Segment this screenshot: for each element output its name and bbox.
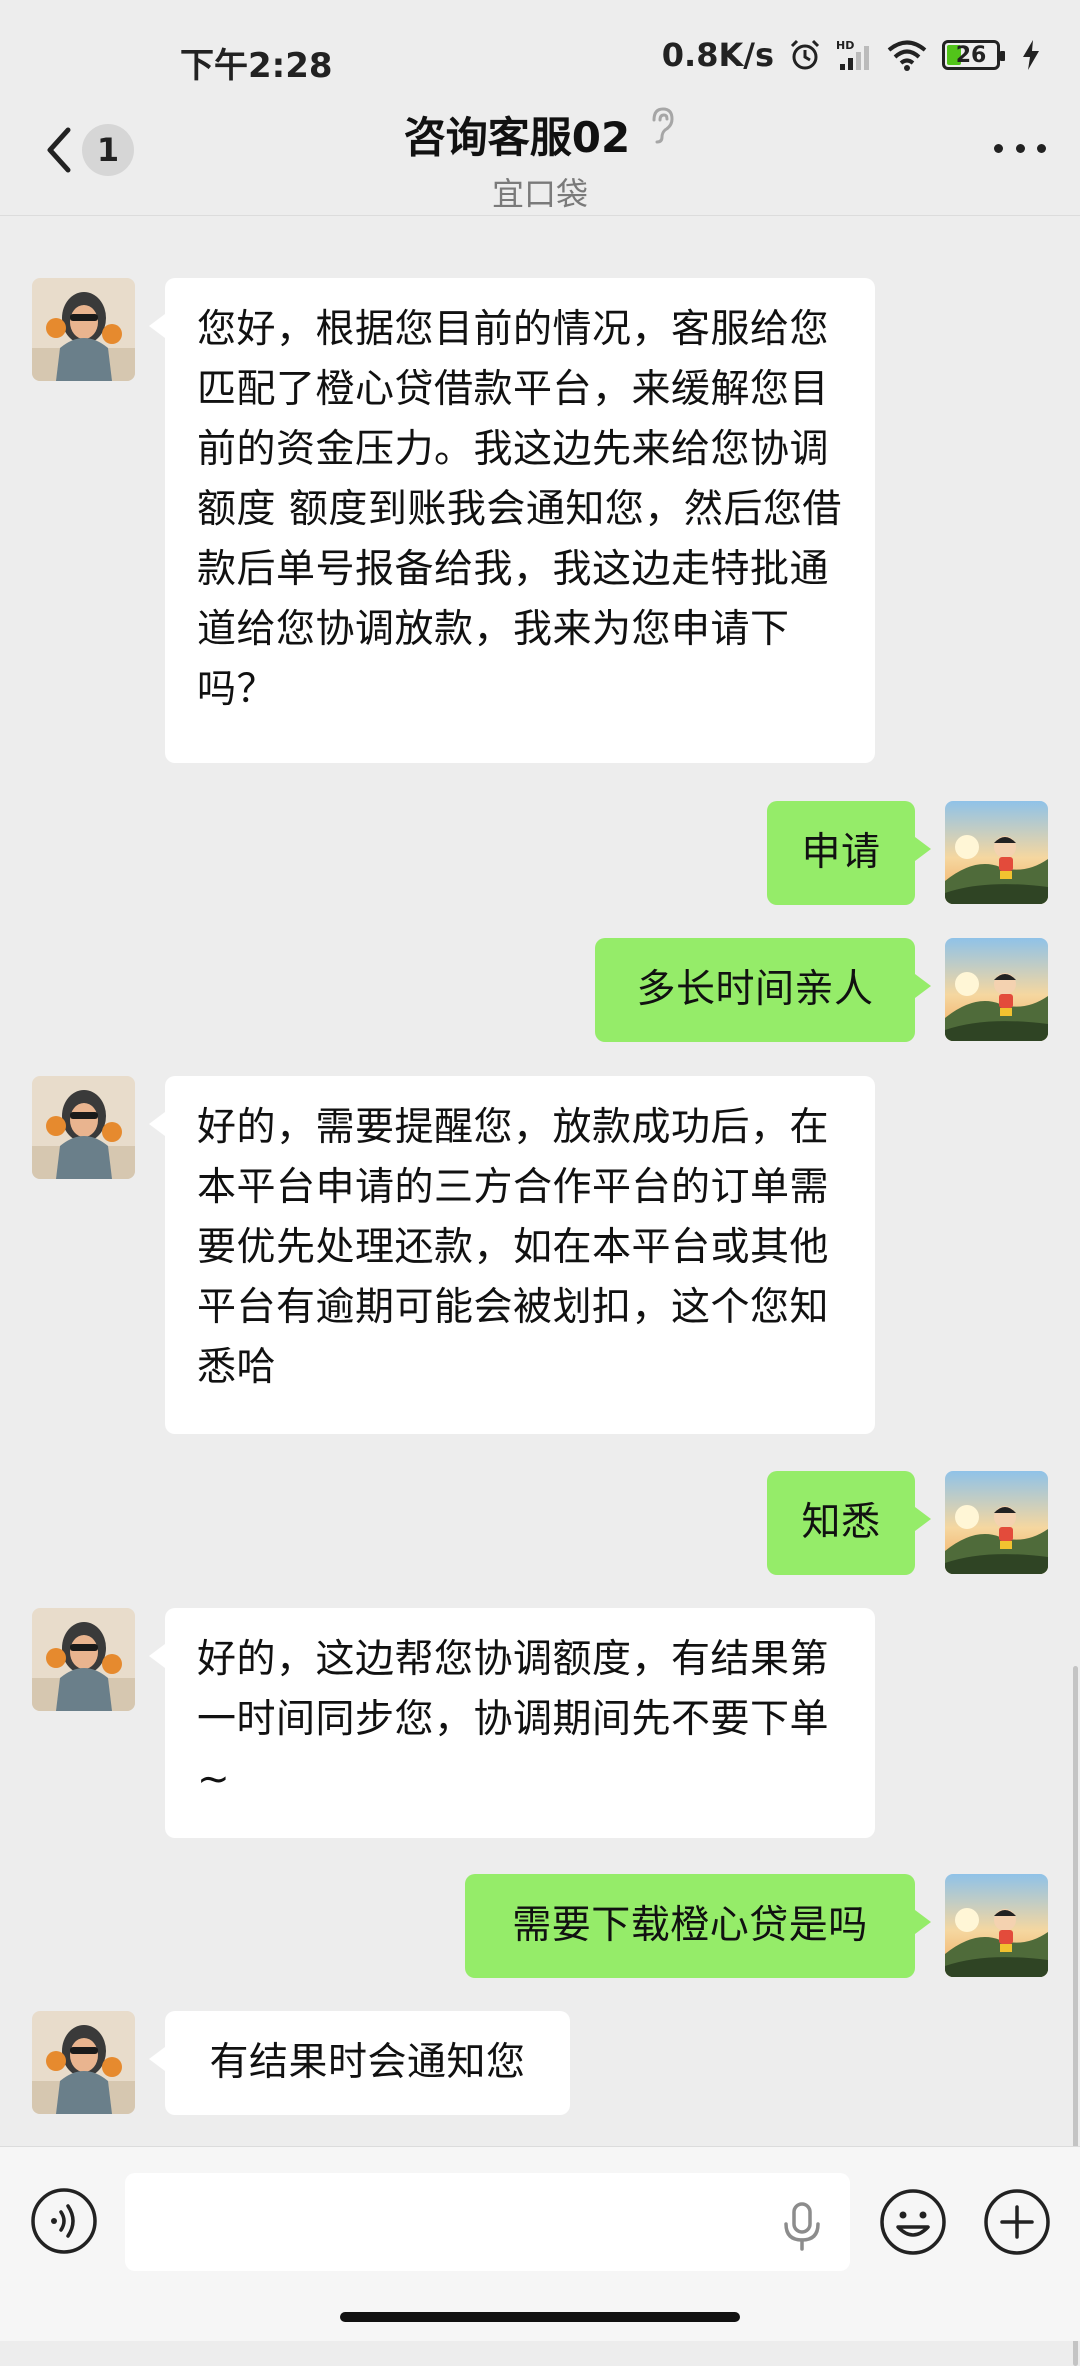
self-avatar[interactable] xyxy=(945,1874,1048,1977)
svg-text:HD: HD xyxy=(836,39,854,52)
hd-signal-icon: HD xyxy=(836,38,872,72)
incoming-message-bubble[interactable]: 好的，这边帮您协调额度，有结果第一时间同步您，协调期间先不要下单~ xyxy=(149,1608,875,1838)
charging-icon xyxy=(1022,40,1040,70)
agent-avatar[interactable] xyxy=(32,278,135,381)
outgoing-message-bubble[interactable]: 知悉 xyxy=(767,1471,931,1575)
agent-avatar[interactable] xyxy=(32,1608,135,1711)
status-icons: 0.8K/s HD 26 xyxy=(662,36,1040,74)
header-title-block: 咨询客服02 宜口袋 xyxy=(0,100,1080,215)
microphone-icon[interactable] xyxy=(780,2202,824,2256)
chat-subtitle: 宜口袋 xyxy=(491,175,588,213)
message-list[interactable]: 您好，根据您目前的情况，客服给您匹配了橙心贷借款平台，来缓解您目前的资金压力。我… xyxy=(0,215,1080,2366)
outgoing-message-bubble[interactable]: 需要下载橙心贷是吗 xyxy=(465,1874,931,1978)
network-speed: 0.8K/s xyxy=(661,36,774,74)
incoming-message-bubble[interactable]: 好的，需要提醒您，放款成功后，在本平台申请的三方合作平台的订单需要优先处理还款，… xyxy=(149,1076,875,1434)
wifi-icon xyxy=(886,39,928,71)
self-avatar[interactable] xyxy=(945,1471,1048,1574)
agent-avatar[interactable] xyxy=(32,1076,135,1179)
battery-icon: 26 xyxy=(942,40,1005,70)
battery-level: 26 xyxy=(955,42,987,68)
outgoing-message-bubble[interactable]: 多长时间亲人 xyxy=(595,938,931,1042)
agent-avatar[interactable] xyxy=(32,2011,135,2114)
incoming-message-bubble[interactable]: 您好，根据您目前的情况，客服给您匹配了橙心贷借款平台，来缓解您目前的资金压力。我… xyxy=(149,278,875,763)
alarm-icon xyxy=(788,38,822,72)
incoming-message-bubble[interactable]: 有结果时会通知您 xyxy=(149,2011,570,2115)
self-avatar[interactable] xyxy=(945,801,1048,904)
home-indicator[interactable] xyxy=(340,2312,740,2322)
voice-icon[interactable] xyxy=(30,2187,98,2255)
status-bar: 下午2:28 0.8K/s HD 26 xyxy=(0,0,1080,100)
more-icon[interactable] xyxy=(994,128,1046,168)
self-avatar[interactable] xyxy=(945,938,1048,1041)
ear-icon xyxy=(648,106,676,150)
message-input[interactable] xyxy=(125,2173,850,2271)
outgoing-message-bubble[interactable]: 申请 xyxy=(767,801,931,905)
chat-title: 咨询客服02 xyxy=(403,113,631,162)
emoji-icon[interactable] xyxy=(878,2187,948,2257)
plus-icon[interactable] xyxy=(982,2187,1052,2257)
status-time: 下午2:28 xyxy=(180,46,333,86)
chat-header: 1 咨询客服02 宜口袋 xyxy=(0,100,1080,215)
